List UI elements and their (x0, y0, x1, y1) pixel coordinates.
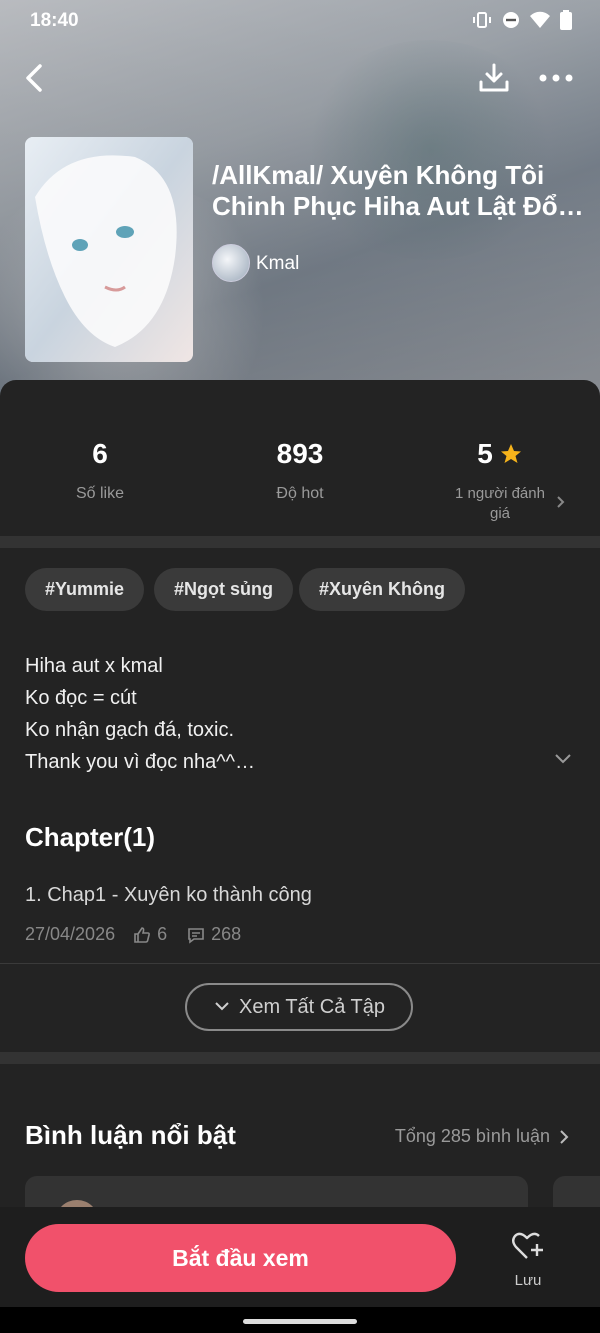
home-indicator[interactable] (243, 1319, 357, 1324)
save-label[interactable]: Lưu (500, 1272, 556, 1289)
back-icon[interactable] (22, 62, 48, 94)
chevron-right-icon[interactable] (554, 495, 566, 509)
more-options-icon[interactable] (538, 68, 574, 88)
do-not-disturb-icon (503, 12, 519, 28)
like-label: Số like (75, 485, 125, 502)
start-reading-button[interactable]: Bắt đầu xem (25, 1224, 456, 1292)
chapter-title[interactable]: 1. Chap1 - Xuyên ko thành công (25, 884, 312, 907)
chapter-date: 27/04/2026 (25, 924, 116, 944)
story-description: Hiha aut x kmal Ko đọc = cút Ko nhận gạc… (25, 650, 255, 778)
author-name[interactable]: Kmal (256, 253, 299, 275)
hot-count: 893 (276, 438, 324, 469)
download-icon[interactable] (478, 62, 510, 94)
heart-add-icon[interactable] (511, 1230, 545, 1262)
thumbs-up-icon (134, 926, 151, 943)
chapter-heading: Chapter(1) (25, 822, 156, 852)
chapter-meta: 27/04/2026 6 268 (25, 924, 241, 945)
view-all-label: Xem Tất Cả Tập (239, 995, 385, 1018)
thin-divider (0, 963, 600, 964)
status-time: 18:40 (30, 10, 79, 31)
rating-value: 5 (477, 438, 493, 469)
expand-description-icon[interactable] (553, 752, 573, 766)
story-title: /AllKmal/ Xuyên Không Tôi Chinh Phục Hih… (212, 160, 584, 221)
description-line: Thank you vì đọc nha^^… (25, 751, 255, 773)
tag-yummie[interactable]: #Yummie (25, 568, 145, 611)
vibrate-icon (473, 12, 491, 28)
author-avatar[interactable] (212, 244, 250, 282)
rating-group[interactable]: 5 (400, 438, 600, 470)
chevron-down-icon (215, 1002, 229, 1011)
hot-label: Độ hot (276, 485, 324, 502)
rating-count-label[interactable]: 1 người đánh giá (445, 484, 555, 524)
cover-illustration (25, 137, 193, 362)
battery-icon (560, 10, 572, 30)
chapter-likes: 6 (157, 924, 168, 944)
story-cover (25, 137, 193, 362)
section-divider (0, 1052, 600, 1064)
status-icons (472, 10, 572, 30)
view-all-chapters-button[interactable]: Xem Tất Cả Tập (185, 983, 413, 1031)
tag-xuyen-khong[interactable]: #Xuyên Không (299, 568, 466, 611)
description-line: Hiha aut x kmal (25, 655, 163, 677)
comments-total-link[interactable]: Tổng 285 bình luận (395, 1126, 570, 1147)
comments-total-label: Tổng 285 bình luận (394, 1126, 550, 1146)
chapter-comments: 268 (211, 924, 242, 944)
featured-comments-heading: Bình luận nổi bật (25, 1120, 236, 1150)
chevron-right-icon (560, 1129, 569, 1144)
comment-icon (188, 927, 204, 944)
description-line: Ko nhận gạch đá, toxic. (25, 719, 235, 741)
section-divider (0, 536, 600, 548)
wifi-icon (530, 11, 550, 28)
description-line: Ko đọc = cút (25, 687, 137, 709)
star-icon (500, 444, 521, 463)
tag-ngot-sung[interactable]: #Ngọt sủng (154, 568, 293, 611)
like-count: 6 (92, 438, 108, 469)
